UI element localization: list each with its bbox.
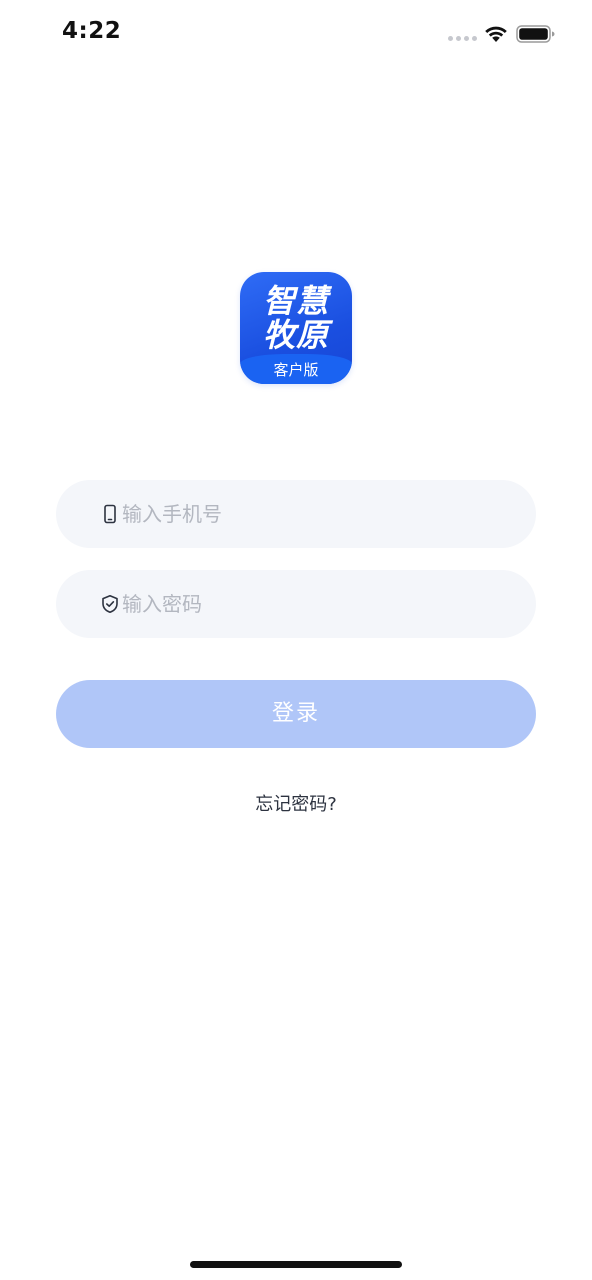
logo-title-line1: 智慧 — [262, 282, 329, 320]
logo-title-line2: 牧原 — [262, 316, 329, 354]
battery-icon — [516, 25, 555, 43]
app-logo: 智慧 牧原 客户版 — [240, 272, 352, 384]
signal-dots-icon — [448, 36, 478, 44]
password-field[interactable] — [56, 570, 536, 638]
logo-subtitle: 客户版 — [273, 361, 319, 379]
shield-check-icon — [102, 595, 118, 613]
status-bar: 4:22 — [0, 0, 592, 70]
forgot-password-link[interactable]: 忘记密码? — [0, 793, 592, 817]
status-time: 4:22 — [62, 18, 122, 44]
phone-input[interactable] — [122, 480, 502, 548]
login-screen: 4:22 智慧 牧原 客户版 输入手机号 登录 忘记密码? — [0, 0, 592, 1280]
password-input[interactable] — [122, 570, 502, 638]
wifi-icon — [485, 26, 507, 42]
home-indicator[interactable] — [190, 1261, 402, 1268]
phone-field[interactable] — [56, 480, 536, 548]
login-button[interactable]: 登录 — [56, 680, 536, 748]
phone-icon — [104, 504, 116, 524]
